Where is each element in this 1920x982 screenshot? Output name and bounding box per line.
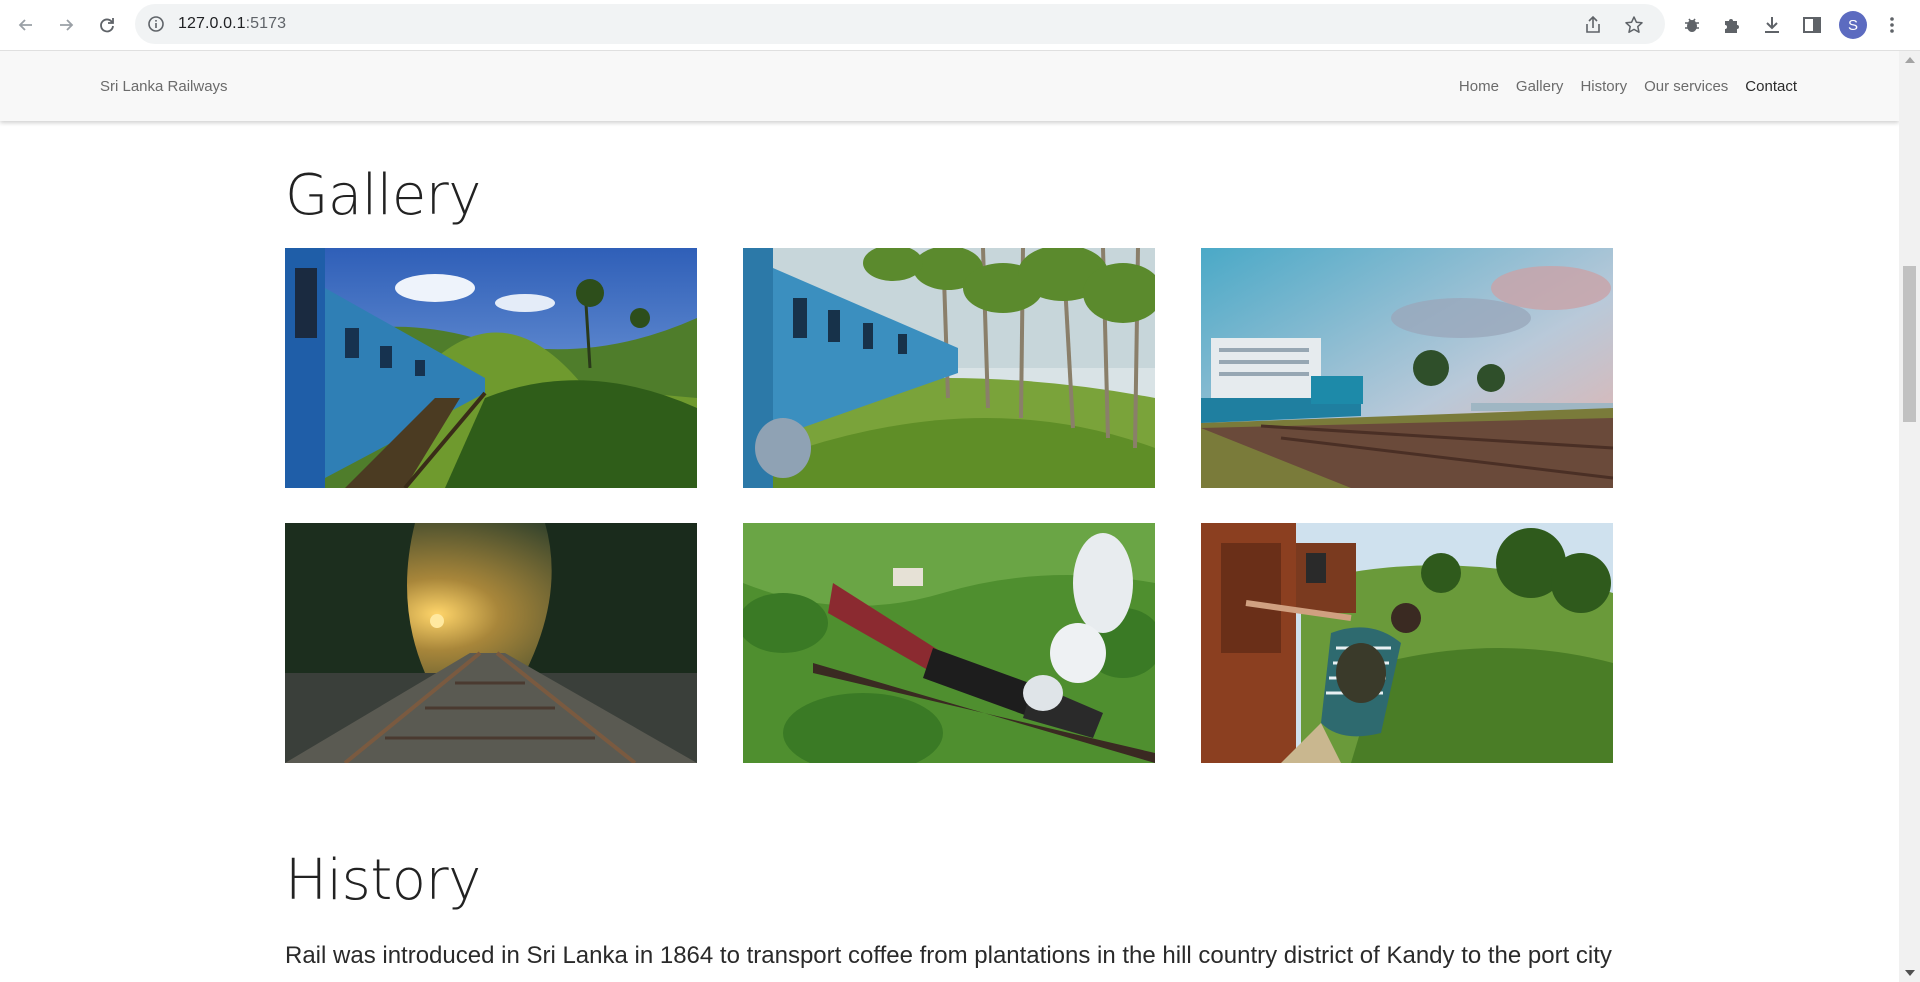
download-icon[interactable]	[1761, 14, 1783, 36]
brand-link[interactable]: Sri Lanka Railways	[100, 78, 228, 95]
reload-button[interactable]	[91, 9, 123, 41]
gallery-image-1[interactable]	[285, 248, 697, 488]
nav-home[interactable]: Home	[1459, 78, 1499, 95]
history-heading: History	[285, 848, 481, 913]
site-info-icon[interactable]	[147, 15, 165, 33]
bug-extension-icon[interactable]	[1681, 14, 1703, 36]
address-bar[interactable]: 127.0.0.1:5173	[135, 4, 1665, 44]
hill-train-image	[285, 248, 697, 488]
sunset-track-image	[285, 523, 697, 763]
profile-avatar[interactable]: S	[1839, 11, 1867, 39]
site-navbar: Sri Lanka Railways Home Gallery History …	[0, 51, 1899, 121]
page-scrollbar[interactable]	[1899, 51, 1920, 982]
url-text[interactable]: 127.0.0.1:5173	[178, 15, 286, 33]
gallery-heading: Gallery	[285, 163, 481, 228]
traveller-photo-image	[1201, 523, 1613, 763]
gallery-image-2[interactable]	[743, 248, 1155, 488]
more-menu-icon[interactable]	[1881, 14, 1903, 36]
nav-gallery[interactable]: Gallery	[1516, 78, 1564, 95]
nav-contact[interactable]: Contact	[1745, 78, 1797, 95]
scroll-down-arrow-icon[interactable]	[1905, 970, 1915, 976]
scrollbar-thumb[interactable]	[1903, 266, 1916, 422]
gallery-image-3[interactable]	[1201, 248, 1613, 488]
browser-toolbar: 127.0.0.1:5173 S	[0, 0, 1920, 51]
nav-history[interactable]: History	[1580, 78, 1627, 95]
forward-button[interactable]	[50, 9, 82, 41]
gallery-image-6[interactable]	[1201, 523, 1613, 763]
bookmark-star-icon[interactable]	[1624, 15, 1644, 35]
url-host: 127.0.0.1	[178, 15, 246, 32]
avatar-letter: S	[1847, 16, 1858, 34]
scroll-up-arrow-icon[interactable]	[1905, 57, 1915, 63]
reload-icon	[100, 18, 114, 33]
forest-train-image	[743, 248, 1155, 488]
nav-our-services[interactable]: Our services	[1644, 78, 1728, 95]
puzzle-extensions-icon[interactable]	[1721, 14, 1743, 36]
back-icon	[18, 19, 32, 31]
coastal-train-image	[1201, 248, 1613, 488]
gallery-image-5[interactable]	[743, 523, 1155, 763]
nav-links: Home Gallery History Our services Contac…	[1442, 78, 1797, 95]
side-panel-icon[interactable]	[1801, 14, 1823, 36]
steam-train-image	[743, 523, 1155, 763]
back-button[interactable]	[10, 9, 42, 41]
share-icon[interactable]	[1583, 15, 1603, 35]
url-port: :5173	[245, 15, 287, 32]
gallery-image-4[interactable]	[285, 523, 697, 763]
history-paragraph: Rail was introduced in Sri Lanka in 1864…	[285, 942, 1612, 969]
page-viewport: Sri Lanka Railways Home Gallery History …	[0, 51, 1899, 982]
forward-icon	[60, 19, 74, 31]
